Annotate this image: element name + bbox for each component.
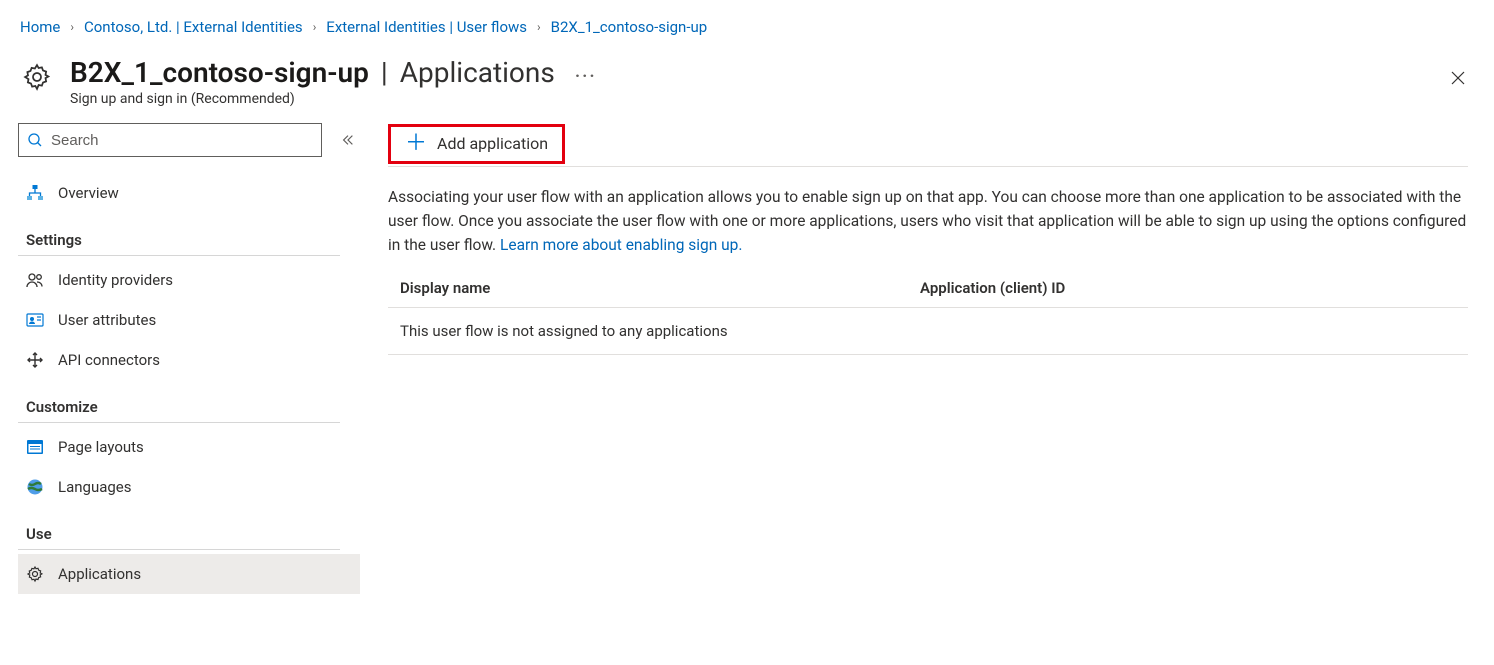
- resource-name: B2X_1_contoso-sign-up: [70, 56, 369, 89]
- learn-more-link[interactable]: Learn more about enabling sign up.: [500, 236, 742, 254]
- chevron-right-icon: ›: [537, 20, 541, 34]
- sidebar-item-applications[interactable]: Applications: [18, 554, 360, 594]
- page-header: B2X_1_contoso-sign-up | Applications ···…: [0, 46, 1494, 115]
- sidebar-item-label: Overview: [58, 184, 119, 202]
- search-icon: [27, 132, 43, 148]
- sidebar-item-page-layouts[interactable]: Page layouts: [18, 427, 360, 467]
- search-input-wrapper[interactable]: [18, 123, 322, 157]
- sidebar-item-label: Identity providers: [58, 271, 173, 289]
- sidebar-section-settings: Settings: [18, 213, 340, 256]
- sidebar-item-api-connectors[interactable]: API connectors: [18, 340, 360, 380]
- breadcrumb-current: B2X_1_contoso-sign-up: [551, 18, 708, 36]
- breadcrumb-external-identities[interactable]: Contoso, Ltd. | External Identities: [84, 18, 303, 36]
- sidebar-item-label: Applications: [58, 565, 141, 583]
- layout-icon: [26, 438, 44, 456]
- toolbar: ＋ Add application: [388, 123, 1468, 167]
- search-input[interactable]: [51, 132, 313, 149]
- gear-icon: [20, 60, 54, 94]
- more-menu-icon[interactable]: ···: [561, 66, 597, 87]
- main-content: ＋ Add application Associating your user …: [360, 115, 1494, 594]
- add-application-label: Add application: [437, 134, 548, 153]
- gear-icon: [26, 565, 44, 583]
- sidebar-item-label: API connectors: [58, 351, 160, 369]
- breadcrumb: Home › Contoso, Ltd. | External Identiti…: [0, 0, 1494, 46]
- table-empty-row: This user flow is not assigned to any ap…: [388, 308, 1468, 355]
- sidebar-item-label: Languages: [58, 478, 132, 496]
- sidebar: Overview Settings Identity providers: [0, 115, 360, 594]
- globe-icon: [26, 478, 44, 496]
- sidebar-item-identity-providers[interactable]: Identity providers: [18, 260, 360, 300]
- id-card-icon: [26, 311, 44, 329]
- page-title: B2X_1_contoso-sign-up | Applications ···: [70, 56, 1426, 89]
- sidebar-item-label: Page layouts: [58, 438, 144, 456]
- sidebar-item-overview[interactable]: Overview: [18, 173, 360, 213]
- collapse-sidebar-button[interactable]: [336, 128, 360, 152]
- move-icon: [26, 351, 44, 369]
- page-section: Applications: [400, 56, 555, 89]
- sidebar-item-label: User attributes: [58, 311, 156, 329]
- column-display-name[interactable]: Display name: [400, 279, 920, 297]
- close-button[interactable]: [1442, 62, 1474, 94]
- sidebar-item-languages[interactable]: Languages: [18, 467, 360, 507]
- chevron-right-icon: ›: [313, 20, 317, 34]
- sidebar-section-customize: Customize: [18, 380, 340, 423]
- applications-table: Display name Application (client) ID Thi…: [388, 269, 1468, 355]
- breadcrumb-home[interactable]: Home: [20, 18, 60, 36]
- chevron-right-icon: ›: [70, 20, 74, 34]
- description-text: Associating your user flow with an appli…: [388, 167, 1468, 269]
- column-client-id[interactable]: Application (client) ID: [920, 279, 1456, 297]
- table-header: Display name Application (client) ID: [388, 269, 1468, 308]
- people-icon: [26, 271, 44, 289]
- plus-icon: ＋: [405, 133, 427, 155]
- sidebar-section-use: Use: [18, 507, 340, 550]
- breadcrumb-user-flows[interactable]: External Identities | User flows: [326, 18, 527, 36]
- add-application-button[interactable]: ＋ Add application: [388, 124, 565, 164]
- sidebar-item-user-attributes[interactable]: User attributes: [18, 300, 360, 340]
- sitemap-icon: [26, 184, 44, 202]
- page-subtitle: Sign up and sign in (Recommended): [70, 91, 1426, 107]
- title-separator: |: [375, 56, 394, 89]
